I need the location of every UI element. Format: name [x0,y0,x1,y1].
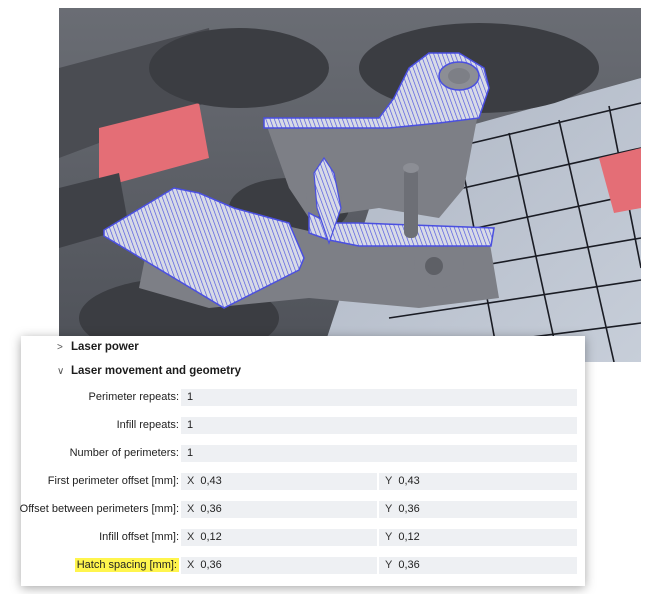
hatch-spacing-highlight: Hatch spacing [mm]: [74,558,179,572]
perimeter-repeats-input[interactable]: 1 [181,389,577,406]
chevron-right-icon[interactable]: > [57,342,63,353]
first-perimeter-offset-x-input[interactable]: X 0,43 [181,473,377,490]
infill-repeats-label: Infill repeats: [116,419,179,431]
hatch-spacing-label: Hatch spacing [mm]: [74,558,179,572]
first-perimeter-offset-label: First perimeter offset [mm]: [47,475,179,487]
infill-offset-label: Infill offset [mm]: [99,531,179,543]
hatch-spacing-x-input[interactable]: X 0,36 [181,557,377,574]
perimeter-repeats-label: Perimeter repeats: [88,391,179,403]
first-perimeter-offset-y-input[interactable]: Y 0,43 [379,473,577,490]
axis-y-label: Y [385,475,393,487]
offset-between-perimeters-x-input[interactable]: X 0,36 [181,501,377,518]
chevron-down-icon[interactable]: ∨ [57,366,64,377]
infill-offset-x-input[interactable]: X 0,12 [181,529,377,546]
slice-preview [59,8,641,362]
infill-repeats-input[interactable]: 1 [181,417,577,434]
section-laser-power[interactable]: Laser power [71,341,139,353]
axis-x-label: X [187,559,195,571]
laser-settings-panel: > Laser power ∨ Laser movement and geome… [19,336,585,586]
number-of-perimeters-input[interactable]: 1 [181,445,577,462]
axis-x-label: X [187,531,195,543]
axis-y-label: Y [385,531,393,543]
axis-y-label: Y [385,503,393,515]
axis-x-label: X [187,475,195,487]
offset-between-perimeters-label: Offset between perimeters [mm]: [19,503,179,515]
infill-offset-y-input[interactable]: Y 0,12 [379,529,577,546]
number-of-perimeters-label: Number of perimeters: [69,447,179,459]
hatch-spacing-y-input[interactable]: Y 0,36 [379,557,577,574]
axis-y-label: Y [385,559,393,571]
axis-x-label: X [187,503,195,515]
section-laser-movement[interactable]: Laser movement and geometry [71,365,241,377]
offset-between-perimeters-y-input[interactable]: Y 0,36 [379,501,577,518]
3d-viewport[interactable] [59,8,641,362]
